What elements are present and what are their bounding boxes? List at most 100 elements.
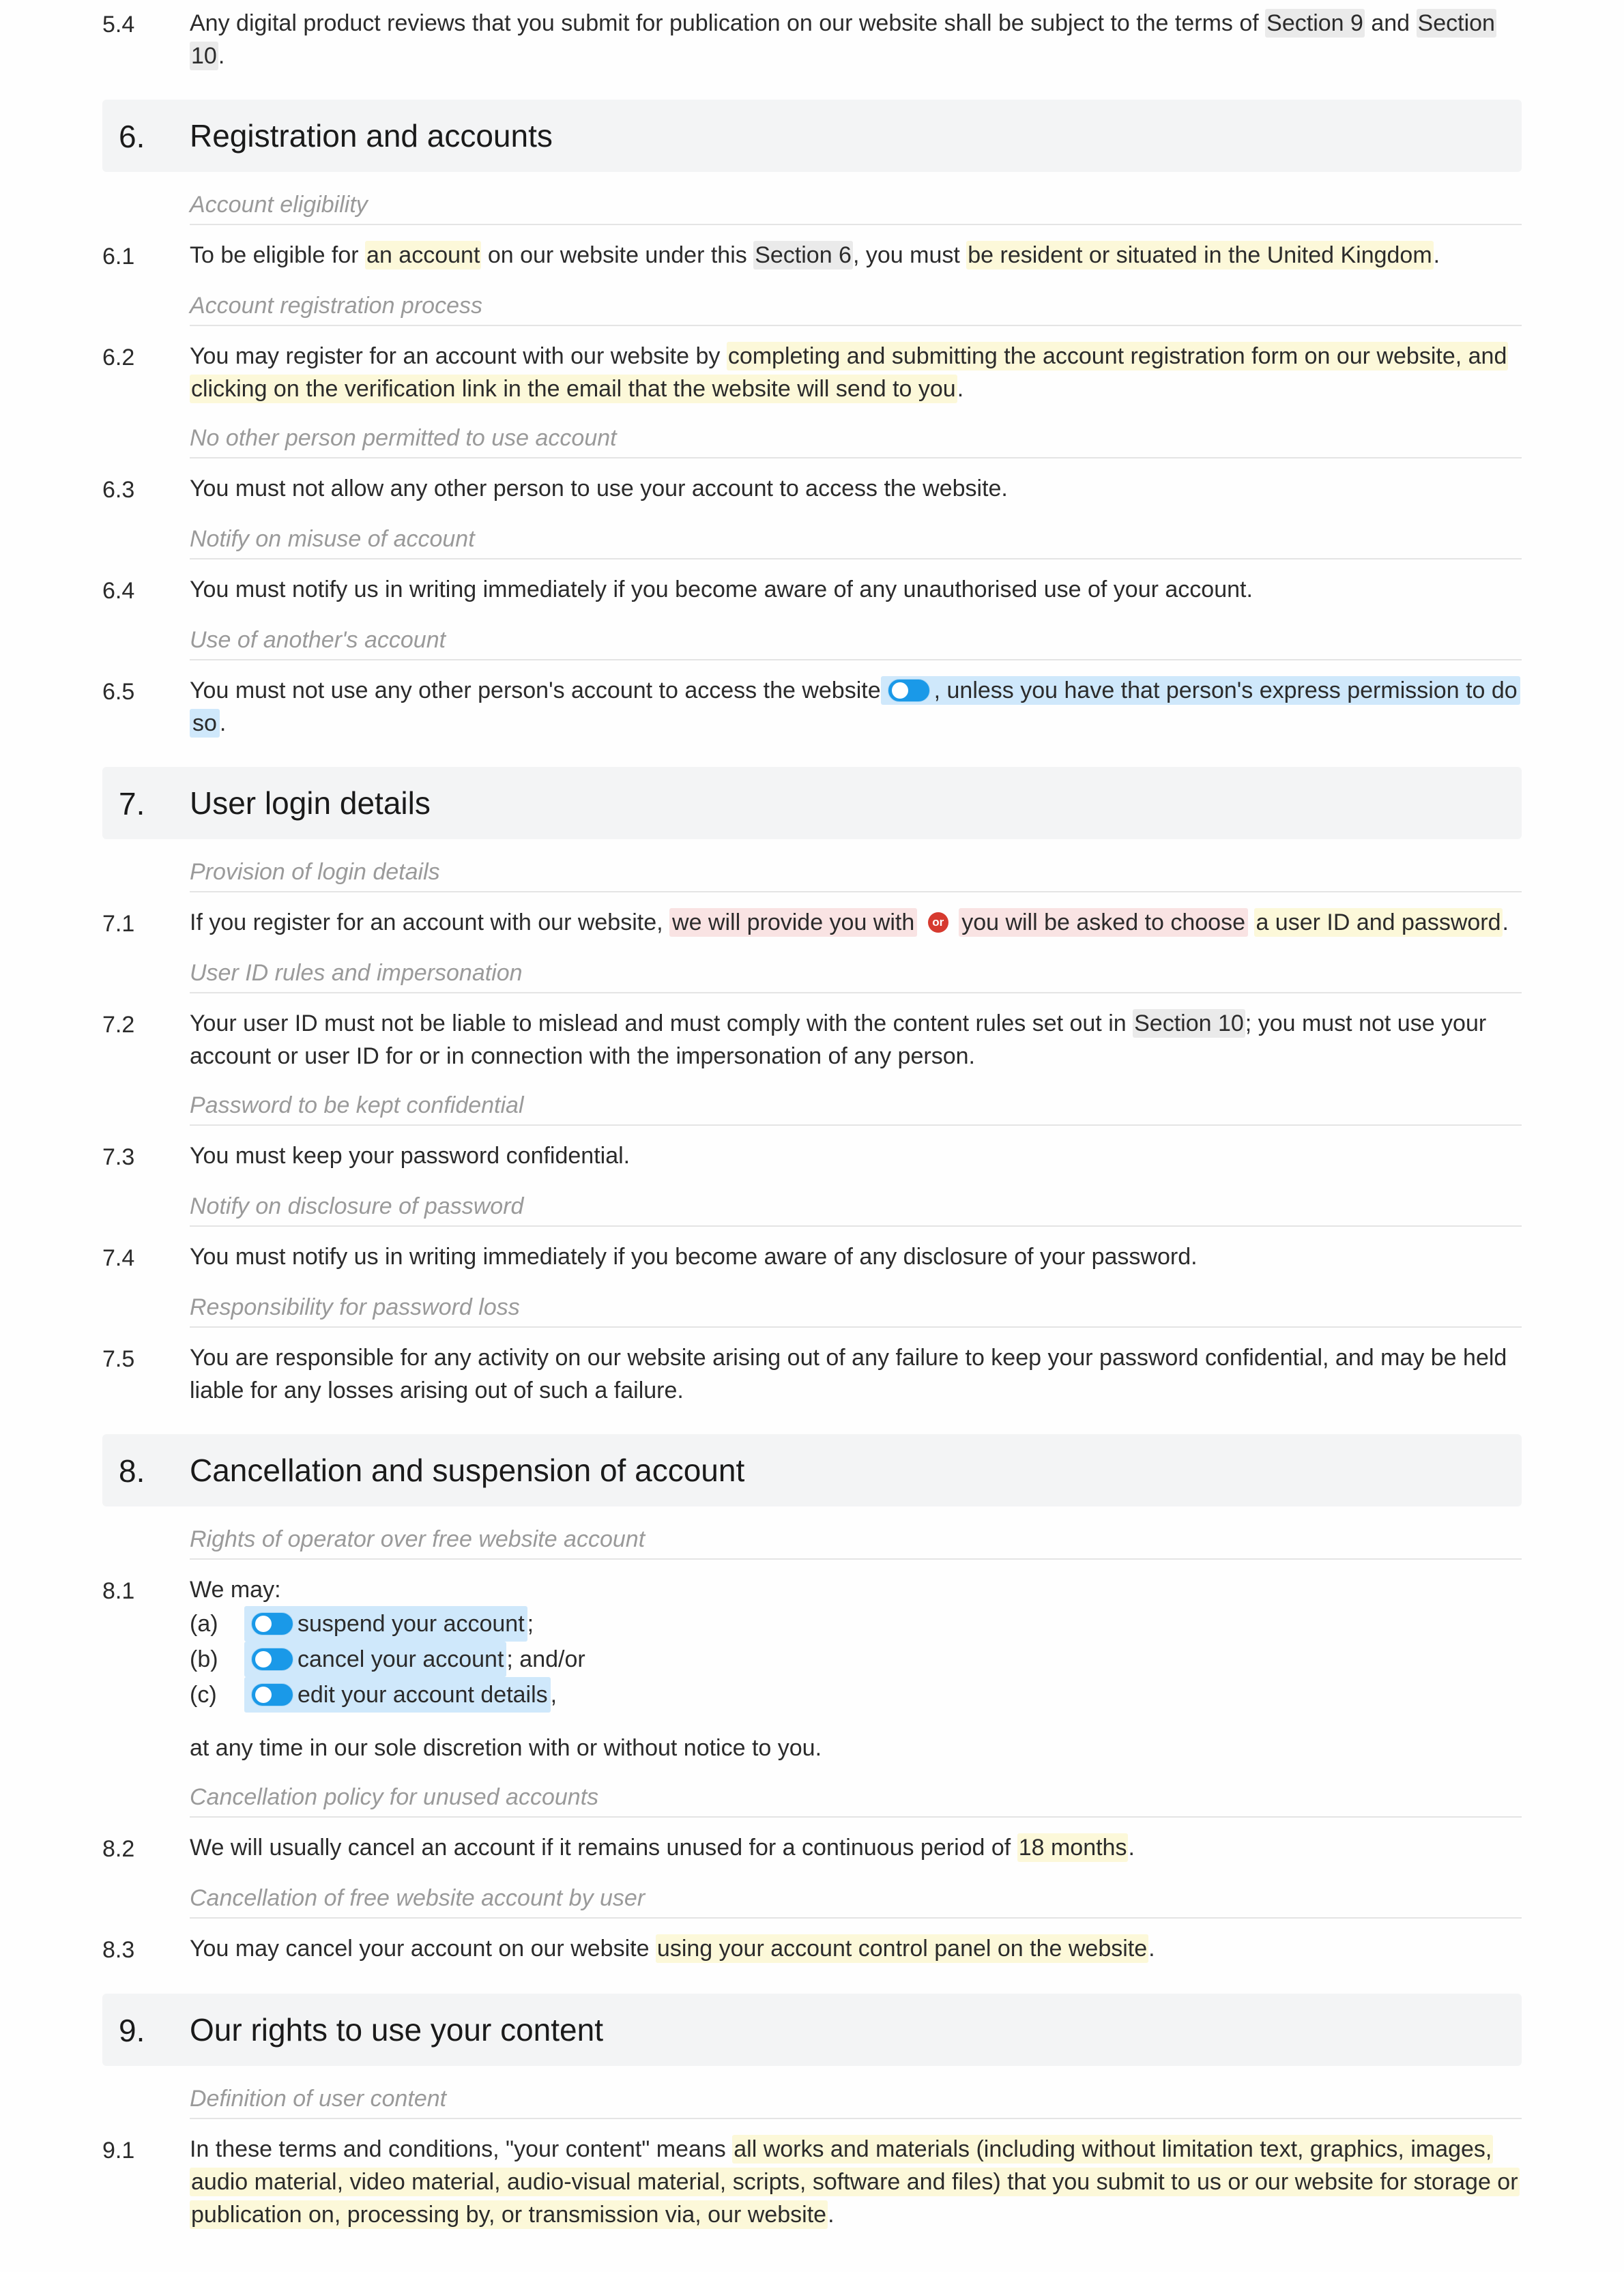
clause-6-2: 6.2 You may register for an account with… <box>102 340 1522 405</box>
clause-body: Any digital product reviews that you sub… <box>190 7 1522 72</box>
clause-number: 9.1 <box>102 2133 190 2231</box>
toggle-icon[interactable] <box>888 679 930 702</box>
clause-number: 5.4 <box>102 7 190 72</box>
clause-7-4: 7.4 You must notify us in writing immedi… <box>102 1240 1522 1275</box>
clause-6-5: 6.5 You must not use any other person's … <box>102 674 1522 740</box>
clause-number: 8.1 <box>102 1573 190 1764</box>
section-title: Cancellation and suspension of account <box>190 1455 1522 1486</box>
clause-body: You must notify us in writing immediatel… <box>190 573 1522 607</box>
section-number: 7. <box>102 787 190 819</box>
tail-text: at any time in our sole discretion with … <box>190 1732 1522 1764</box>
text: We will usually cancel an account if it … <box>190 1835 1017 1861</box>
toggle-icon[interactable] <box>251 1683 293 1706</box>
clause-6-3: 6.3 You must not allow any other person … <box>102 472 1522 506</box>
text: If you register for an account with our … <box>190 909 669 935</box>
note-6-2: Account registration process <box>102 292 1522 326</box>
lead-text: We may: <box>190 1573 1522 1606</box>
text: on our website under this <box>481 242 753 268</box>
text: In these terms and conditions, "your con… <box>190 2136 732 2162</box>
note-7-4: Notify on disclosure of password <box>102 1193 1522 1227</box>
clause-number: 8.2 <box>102 1831 190 1865</box>
note-text: Provision of login details <box>190 858 1522 892</box>
note-text: Notify on misuse of account <box>190 525 1522 559</box>
note-text: Account registration process <box>190 292 1522 326</box>
note-text: Password to be kept confidential <box>190 1092 1522 1126</box>
clause-body: We may: (a) suspend your account; (b) ca… <box>190 1573 1522 1764</box>
clause-number: 6.3 <box>102 472 190 506</box>
editable-field[interactable]: a user ID and password <box>1254 908 1502 937</box>
section-9-header: 9. Our rights to use your content <box>102 1994 1522 2066</box>
clause-6-1: 6.1 To be eligible for an account on our… <box>102 239 1522 273</box>
option-b[interactable]: you will be asked to choose <box>959 908 1248 937</box>
text: edit your account details <box>298 1682 548 1708</box>
clause-body: We will usually cancel an account if it … <box>190 1831 1522 1865</box>
sub-item-a: (a) suspend your account; <box>190 1606 1522 1642</box>
section-ref[interactable]: Section 6 <box>753 241 853 270</box>
or-icon[interactable]: or <box>928 912 948 933</box>
clause-body: You must keep your password confidential… <box>190 1139 1522 1174</box>
clause-number: 6.4 <box>102 573 190 607</box>
toggle-clause[interactable]: cancel your account <box>244 1642 506 1677</box>
toggle-icon[interactable] <box>251 1648 293 1671</box>
text: To be eligible for <box>190 242 365 268</box>
clause-body: Your user ID must not be liable to misle… <box>190 1007 1522 1073</box>
text: , <box>551 1678 557 1711</box>
clause-body: You must notify us in writing immediatel… <box>190 1240 1522 1275</box>
clause-body: In these terms and conditions, "your con… <box>190 2133 1522 2231</box>
clause-7-5: 7.5 You are responsible for any activity… <box>102 1341 1522 1407</box>
text: . <box>220 710 226 736</box>
editable-field[interactable]: an account <box>365 241 481 270</box>
note-text: User ID rules and impersonation <box>190 959 1522 993</box>
text: . <box>1503 909 1509 935</box>
text: You may cancel your account on our websi… <box>190 1936 656 1962</box>
clause-body: To be eligible for an account on our web… <box>190 239 1522 273</box>
section-8-header: 8. Cancellation and suspension of accoun… <box>102 1434 1522 1506</box>
note-text: Use of another's account <box>190 626 1522 660</box>
toggle-clause[interactable]: edit your account details <box>244 1677 551 1713</box>
note-8-2: Cancellation policy for unused accounts <box>102 1783 1522 1818</box>
clause-body: You may cancel your account on our websi… <box>190 1932 1522 1966</box>
note-text: Rights of operator over free website acc… <box>190 1526 1522 1560</box>
text: . <box>828 2202 834 2228</box>
note-7-3: Password to be kept confidential <box>102 1092 1522 1126</box>
clause-6-4: 6.4 You must notify us in writing immedi… <box>102 573 1522 607</box>
note-6-4: Notify on misuse of account <box>102 525 1522 559</box>
option-a[interactable]: we will provide you with <box>669 908 917 937</box>
toggle-clause[interactable]: suspend your account <box>244 1606 527 1642</box>
section-title: User login details <box>190 787 1522 819</box>
note-text: No other person permitted to use account <box>190 424 1522 458</box>
toggle-icon[interactable] <box>251 1612 293 1635</box>
note-text: Cancellation policy for unused accounts <box>190 1783 1522 1818</box>
clause-body: You must not use any other person's acco… <box>190 674 1522 740</box>
note-8-3: Cancellation of free website account by … <box>102 1884 1522 1919</box>
sub-item-c: (c) edit your account details, <box>190 1677 1522 1713</box>
note-text: Cancellation of free website account by … <box>190 1884 1522 1919</box>
section-ref[interactable]: Section 9 <box>1265 9 1365 38</box>
clause-9-1: 9.1 In these terms and conditions, "your… <box>102 2133 1522 2231</box>
section-ref[interactable]: Section 10 <box>1133 1009 1245 1038</box>
note-7-2: User ID rules and impersonation <box>102 959 1522 993</box>
editable-field[interactable]: using your account control panel on the … <box>656 1934 1148 1963</box>
text: suspend your account <box>298 1611 525 1637</box>
clause-5-4: 5.4 Any digital product reviews that you… <box>102 7 1522 72</box>
section-number: 8. <box>102 1454 190 1487</box>
section-title: Our rights to use your content <box>190 2014 1522 2045</box>
note-text: Account eligibility <box>190 191 1522 225</box>
text: . <box>957 376 963 402</box>
note-8-1: Rights of operator over free website acc… <box>102 1526 1522 1560</box>
sub-marker: (b) <box>190 1643 244 1676</box>
note-text: Definition of user content <box>190 2085 1522 2119</box>
clause-number: 7.2 <box>102 1007 190 1073</box>
section-number: 6. <box>102 119 190 152</box>
text: cancel your account <box>298 1646 504 1672</box>
editable-field[interactable]: be resident or situated in the United Ki… <box>966 241 1433 270</box>
text: , you must <box>853 242 966 268</box>
text: You must not use any other person's acco… <box>190 678 881 703</box>
editable-field[interactable]: 18 months <box>1017 1833 1129 1862</box>
text: Your user ID must not be liable to misle… <box>190 1010 1133 1036</box>
section-number: 9. <box>102 2013 190 2046</box>
clause-number: 6.2 <box>102 340 190 405</box>
section-7-header: 7. User login details <box>102 767 1522 839</box>
section-title: Registration and accounts <box>190 120 1522 151</box>
clause-number: 8.3 <box>102 1932 190 1966</box>
